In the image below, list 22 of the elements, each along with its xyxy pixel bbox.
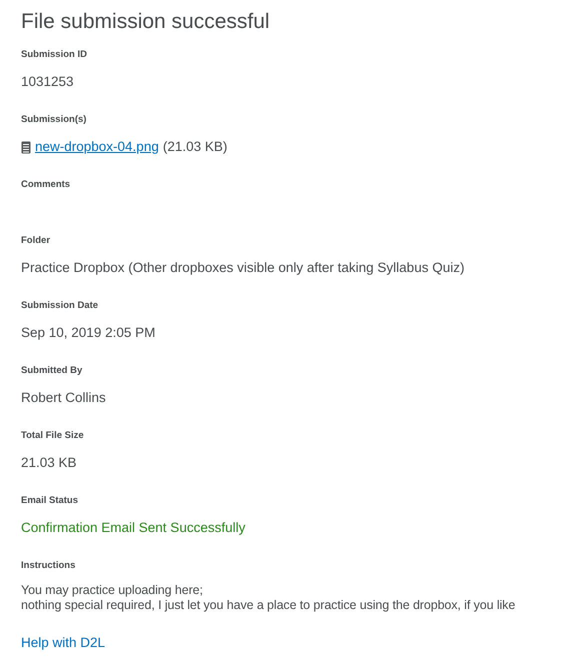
instruction-text: You may practice uploading here; — [21, 583, 204, 598]
field-value: 21.03 KB — [21, 454, 78, 472]
help-link[interactable]: Help with D2L — [21, 635, 106, 650]
page-title: File submission successful — [21, 9, 271, 35]
field-label: Instructions — [21, 559, 76, 573]
field-value: Robert Collins — [21, 389, 107, 407]
field-label: Email Status — [21, 494, 80, 508]
field-label: Submission Date — [21, 299, 100, 313]
field-label: Submitted By — [21, 364, 84, 378]
file-link[interactable]: new-dropbox-04.png — [35, 137, 159, 157]
status-text: Confirmation Email Sent Successfully — [21, 519, 246, 537]
field-label: Total File Size — [21, 429, 85, 443]
document-icon — [21, 140, 31, 154]
field-value: 1031253 — [21, 73, 75, 91]
field-label: Folder — [21, 234, 52, 248]
file-size: (21.03 KB) — [162, 138, 228, 156]
field-label: Submission ID — [21, 48, 88, 62]
field-value: Practice Dropbox (Other dropboxes visible only after taking Syllabus Quiz) — [21, 259, 466, 277]
field-label: Comments — [21, 178, 72, 192]
field-label: Submission(s) — [21, 113, 88, 127]
field-value: Sep 10, 2019 2:05 PM — [21, 324, 156, 342]
instruction-text: nothing special required, I just let you have a place to practice using the dropbox, if you like — [21, 598, 516, 613]
